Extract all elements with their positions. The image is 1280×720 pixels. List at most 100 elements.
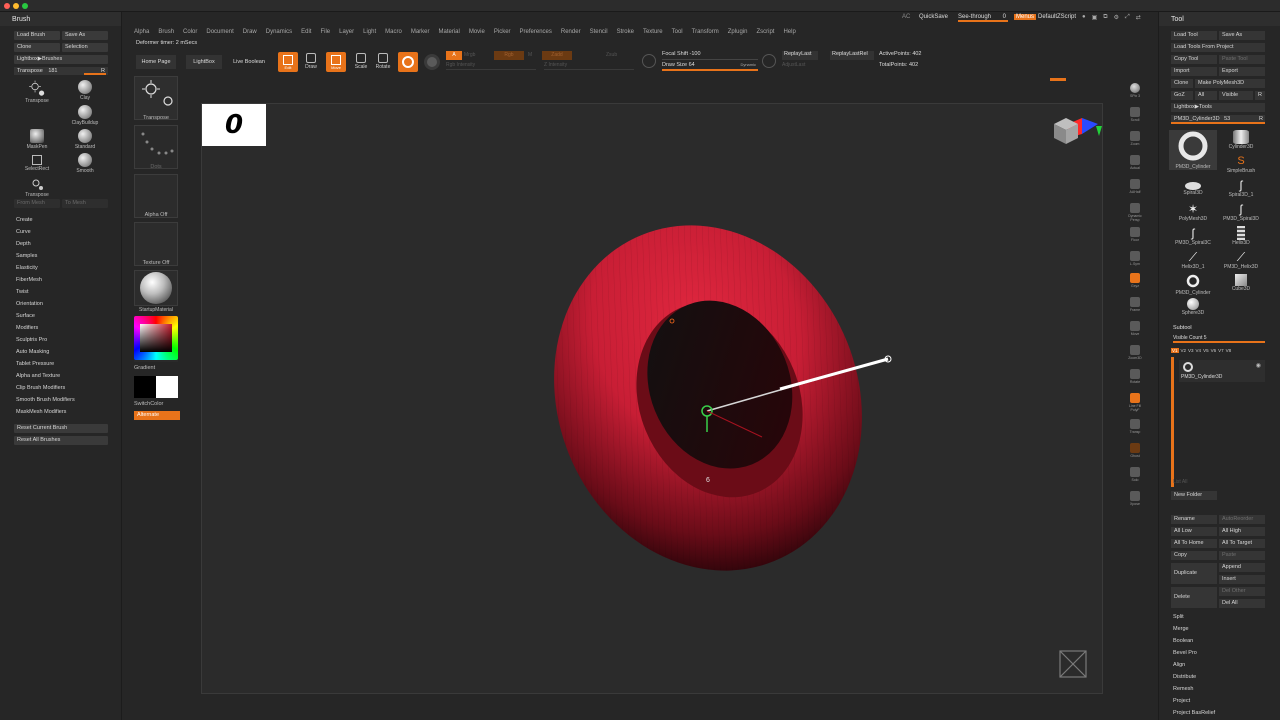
move-view-button[interactable]: Move	[1126, 320, 1144, 338]
list-all-button[interactable]: List All	[1173, 479, 1187, 485]
tool-thumb-cylinder3d[interactable]: Cylinder3D	[1217, 130, 1265, 154]
sphere-toggle[interactable]	[424, 54, 440, 70]
ghost-button[interactable]: Ghost	[1126, 442, 1144, 460]
zoom-window-button[interactable]	[22, 3, 28, 9]
tool-thumb-helix3d-1[interactable]: ⟋ Helix3D_1	[1169, 250, 1217, 274]
restore-icon[interactable]: ⧉	[1103, 14, 1107, 21]
version-v1[interactable]: V1	[1171, 348, 1179, 353]
draw-size-slider[interactable]: Draw Size 64 Dynamic	[662, 62, 758, 71]
tool-thumb-simplebrush[interactable]: S SimpleBrush	[1217, 154, 1265, 178]
tool-thumb-pm3d-spiral3c[interactable]: ʃ PM3D_Spiral3C	[1169, 226, 1217, 250]
main-color-swatch[interactable]	[156, 376, 178, 398]
tool-thumb-helix3d[interactable]: Helix3D	[1217, 226, 1265, 250]
all-high-button[interactable]: All High	[1219, 527, 1265, 536]
replay-last-button[interactable]: ReplayLast	[782, 51, 818, 60]
menu-layer[interactable]: Layer	[339, 26, 354, 38]
menu-zscript[interactable]: Zscript	[756, 26, 774, 38]
canvas-viewport[interactable]: 6	[201, 103, 1103, 694]
clone-brush-button[interactable]: Clone	[14, 43, 60, 52]
brush-submenu-smooth-brush-modifiers[interactable]: Smooth Brush Modifiers	[16, 394, 75, 406]
rotate-view-button[interactable]: Rotate	[1126, 368, 1144, 386]
brush-palette-header[interactable]: Brush	[0, 12, 121, 26]
mrgb-toggle[interactable]: Mrgb	[464, 51, 475, 60]
reset-current-brush-button[interactable]: Reset Current Brush	[14, 424, 108, 433]
snapshot-icon[interactable]	[1059, 650, 1087, 678]
tool-thumb-polymesh3d[interactable]: ✶ PolyMesh3D	[1169, 202, 1217, 226]
subtool-submenu-distribute[interactable]: Distribute	[1173, 671, 1215, 683]
menu-edit[interactable]: Edit	[301, 26, 311, 38]
del-other-button[interactable]: Del Other	[1219, 587, 1265, 596]
brush-transpose-small[interactable]: Transpose	[14, 177, 60, 201]
gear-icon[interactable]: ⚙	[1114, 14, 1119, 21]
zoom-button[interactable]: Zoom	[1126, 130, 1144, 148]
aahalf-button[interactable]: AAHalf	[1126, 178, 1144, 196]
subtool-item[interactable]: PM3D_Cylinder3D ◉	[1179, 360, 1265, 382]
brush-submenu-samples[interactable]: Samples	[16, 250, 75, 262]
to-mesh-button[interactable]: To Mesh	[62, 199, 108, 208]
layout-icon[interactable]: ▣	[1092, 14, 1098, 21]
polyf-button[interactable]: Line Fill PolyF	[1126, 392, 1144, 412]
version-v8[interactable]: V8	[1226, 348, 1232, 353]
close-window-button[interactable]	[4, 3, 10, 9]
menu-transform[interactable]: Transform	[692, 26, 719, 38]
subtool-submenu-bevel-pro[interactable]: Bevel Pro	[1173, 647, 1215, 659]
home-page-button[interactable]: Home Page	[136, 55, 176, 69]
focal-shift-slider[interactable]: Focal Shift -100	[662, 51, 758, 60]
actual-button[interactable]: Actual	[1126, 154, 1144, 172]
eye-icon[interactable]: ◉	[1256, 362, 1261, 369]
zsub-toggle[interactable]: Zsub	[606, 51, 617, 60]
insert-button[interactable]: Insert	[1219, 575, 1265, 584]
transpose-slider[interactable]: Transpose 181 R	[14, 67, 108, 75]
brush-smooth[interactable]: Smooth	[62, 153, 108, 177]
ac-indicator[interactable]: AC	[902, 14, 910, 20]
brush-standard[interactable]: Standard	[62, 129, 108, 153]
menu-dynamics[interactable]: Dynamics	[266, 26, 292, 38]
tool-thumb-pm3d-spiral3d[interactable]: ʃ PM3D_Spiral3D	[1217, 202, 1265, 226]
move-mode-button[interactable]: Move	[326, 52, 346, 72]
brush-maskpen[interactable]: MaskPen	[14, 129, 60, 153]
z-intensity-slider[interactable]: Z Intensity	[544, 62, 634, 70]
all-to-target-button[interactable]: All To Target	[1219, 539, 1265, 548]
paste-tool-button[interactable]: Paste Tool	[1219, 55, 1265, 64]
subtool-submenu-merge[interactable]: Merge	[1173, 623, 1215, 635]
alternate-button[interactable]: Alternate	[134, 411, 180, 420]
tool-palette-header[interactable]: Tool	[1159, 12, 1280, 26]
live-boolean-button[interactable]: Live Boolean	[228, 55, 270, 69]
subtool-submenu-remesh[interactable]: Remesh	[1173, 683, 1215, 695]
brush-transpose[interactable]: Transpose	[14, 80, 60, 104]
dynamic-toggle[interactable]: Dynamic	[740, 62, 756, 67]
brush-claybuildup[interactable]: ClayBuildup	[62, 105, 108, 129]
default-zscript-button[interactable]: DefaultZScript	[1038, 14, 1076, 20]
menu-file[interactable]: File	[320, 26, 330, 38]
menu-texture[interactable]: Texture	[643, 26, 663, 38]
brush-submenu-elasticity[interactable]: Elasticity	[16, 262, 75, 274]
brush-submenu-tablet-pressure[interactable]: Tablet Pressure	[16, 358, 75, 370]
minimize-window-button[interactable]	[13, 3, 19, 9]
brush-clay[interactable]: Clay	[62, 80, 108, 104]
visible-count-slider[interactable]: Visible Count 5	[1173, 335, 1265, 343]
brush-submenu-twist[interactable]: Twist	[16, 286, 75, 298]
color-picker[interactable]	[134, 316, 178, 362]
make-polymesh3d-button[interactable]: Make PolyMesh3D	[1195, 79, 1265, 88]
scroll-button[interactable]: Scroll	[1126, 106, 1144, 124]
brush-submenu-clip-brush-modifiers[interactable]: Clip Brush Modifiers	[16, 382, 75, 394]
subtool-submenu-project-basrelief[interactable]: Project BasRelief	[1173, 707, 1215, 719]
expand-icon[interactable]: ⤢	[1125, 14, 1130, 21]
quicksave-button[interactable]: QuickSave	[919, 14, 948, 20]
brush-submenu-sculptris-pro[interactable]: Sculptris Pro	[16, 334, 75, 346]
tool-thumb-spiral3d-1[interactable]: ʃ Spiral3D_1	[1217, 178, 1265, 202]
brush-submenu-orientation[interactable]: Orientation	[16, 298, 75, 310]
rgb-intensity-slider[interactable]: Rgb Intensity	[446, 62, 536, 70]
save-tool-as-button[interactable]: Save As	[1219, 31, 1265, 40]
all-low-button[interactable]: All Low	[1171, 527, 1217, 536]
load-brush-button[interactable]: Load Brush	[14, 31, 60, 40]
xpose-button[interactable]: Xpose	[1126, 490, 1144, 508]
menu-draw[interactable]: Draw	[243, 26, 257, 38]
menu-tool[interactable]: Tool	[672, 26, 683, 38]
transp-button[interactable]: Transp	[1126, 418, 1144, 436]
menu-movie[interactable]: Movie	[469, 26, 485, 38]
brush-submenu-modifiers[interactable]: Modifiers	[16, 322, 75, 334]
zoom3d-button[interactable]: Zoom3D	[1126, 344, 1144, 362]
export-button[interactable]: Export	[1219, 67, 1265, 76]
subtool-submenu-align[interactable]: Align	[1173, 659, 1215, 671]
